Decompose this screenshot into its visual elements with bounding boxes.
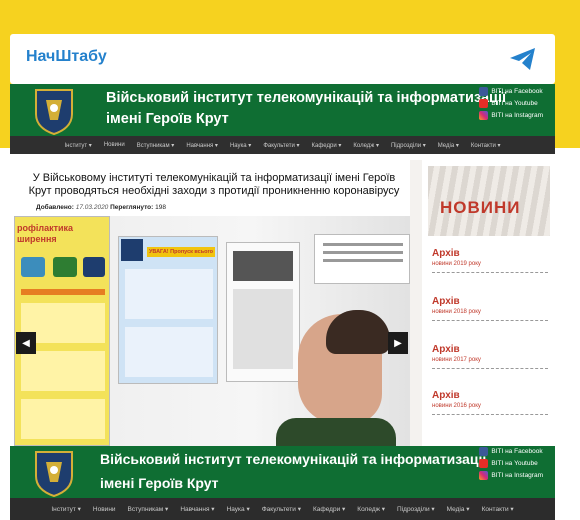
institute-crest-icon (35, 451, 73, 498)
social-links-bottom: ВІТІ на Facebook ВІТІ на Youtube ВІТІ на… (479, 446, 543, 482)
nav-item-institute[interactable]: Інститут ▾ (64, 142, 91, 149)
youtube-icon (479, 459, 489, 468)
social-instagram[interactable]: ВІТІ на Instagram (479, 110, 543, 121)
nav-item-applicants[interactable]: Вступникам ▾ (128, 505, 169, 513)
institute-crest-icon (35, 89, 73, 136)
site-title-line2[interactable]: імені Героїв Крут (106, 109, 506, 130)
site-title-line2-bottom[interactable]: імені Героїв Крут (100, 471, 486, 495)
poster-prevention-text: рофілактика ширення (17, 223, 74, 244)
news-label: НОВИНИ (440, 198, 521, 217)
site-title-line1[interactable]: Військовий інститут телекомунікацій та і… (106, 88, 506, 109)
nav-item-applicants[interactable]: Вступникам ▾ (137, 142, 175, 149)
nav-item-departments[interactable]: Кафедри ▾ (313, 505, 345, 513)
nav-item-faculties[interactable]: Факультети ▾ (262, 505, 301, 513)
nav-item-news[interactable]: Новини (104, 142, 125, 148)
nav-item-units[interactable]: Підрозділи ▾ (397, 505, 435, 513)
social-youtube[interactable]: ВІТІ на Youtube (479, 458, 543, 469)
views-label: Переглянуто: (110, 204, 154, 211)
nav-item-news[interactable]: Новини (93, 506, 116, 513)
article: У Військовому інституті телекомунікацій … (14, 160, 410, 446)
channel-header: НачШтабу (10, 34, 555, 84)
nav-item-science[interactable]: Наука ▾ (227, 505, 250, 513)
site-title-line1-bottom[interactable]: Військовий інститут телекомунікацій та і… (100, 447, 486, 471)
nav-item-departments[interactable]: Кафедри ▾ (312, 142, 342, 149)
telegram-icon[interactable] (509, 46, 537, 72)
archive-2016[interactable]: Архів новини 2016 року (432, 390, 548, 415)
instagram-icon (479, 111, 489, 120)
article-meta: Добавлено: 17.03.2020 Переглянуто: 198 (36, 204, 166, 211)
youtube-icon (479, 99, 489, 108)
site-banner: Військовий інститут телекомунікацій та і… (10, 84, 555, 142)
facebook-icon (479, 447, 489, 456)
added-label: Добавлено: (36, 204, 74, 211)
slider-prev-button[interactable]: ◀ (16, 332, 36, 354)
social-links: ВІТІ на Facebook ВІТІ на Youtube ВІТІ на… (479, 86, 543, 122)
sidebar: НОВИНИ Архів новини 2019 року Архів нови… (422, 160, 554, 446)
poster-prevention: рофілактика ширення (14, 216, 110, 446)
nav-item-media[interactable]: Медіа ▾ (438, 142, 459, 149)
slider-next-button[interactable]: ▶ (388, 332, 408, 354)
nav-item-contacts[interactable]: Контакти ▾ (482, 505, 514, 513)
main-nav-bottom: Інститут ▾ Новини Вступникам ▾ Навчання … (10, 498, 555, 520)
nav-item-college[interactable]: Коледж ▾ (353, 142, 379, 149)
article-photo[interactable]: рофілактика ширення УВАГА! Пропуск всьог… (14, 216, 410, 446)
nav-item-science[interactable]: Наука ▾ (230, 142, 251, 149)
poster-document (314, 234, 410, 284)
nav-item-units[interactable]: Підрозділи ▾ (391, 142, 426, 149)
social-facebook[interactable]: ВІТІ на Facebook (479, 86, 543, 97)
poster-attention-text: УВАГА! Пропуск всього (147, 247, 215, 257)
main-nav: Інститут ▾ Новини Вступникам ▾ Навчання … (10, 136, 555, 154)
page-content: У Військовому інституті телекомунікацій … (14, 160, 554, 446)
channel-name[interactable]: НачШтабу (26, 48, 107, 66)
poster-attention: УВАГА! Пропуск всього (118, 236, 218, 384)
news-banner[interactable]: НОВИНИ (428, 166, 550, 236)
person (276, 310, 396, 446)
nav-item-institute[interactable]: Інститут ▾ (51, 505, 81, 513)
social-instagram[interactable]: ВІТІ на Instagram (479, 470, 543, 481)
nav-item-faculties[interactable]: Факультети ▾ (263, 142, 299, 149)
nav-item-contacts[interactable]: Контакти ▾ (471, 142, 501, 149)
added-date: 17.03.2020 (75, 204, 109, 211)
archive-2018[interactable]: Архів новини 2018 року (432, 296, 548, 321)
instagram-icon (479, 471, 489, 480)
social-facebook[interactable]: ВІТІ на Facebook (479, 446, 543, 457)
nav-item-education[interactable]: Навчання ▾ (186, 142, 218, 149)
archive-2019[interactable]: Архів новини 2019 року (432, 248, 548, 273)
article-title[interactable]: У Військовому інституті телекомунікацій … (20, 172, 408, 198)
archive-2017[interactable]: Архів новини 2017 року (432, 344, 548, 369)
social-youtube[interactable]: ВІТІ на Youtube (479, 98, 543, 109)
facebook-icon (479, 87, 489, 96)
views-count: 198 (155, 204, 166, 211)
nav-item-college[interactable]: Коледж ▾ (357, 505, 385, 513)
site-banner-bottom: Військовий інститут телекомунікацій та і… (10, 446, 555, 498)
nav-item-education[interactable]: Навчання ▾ (180, 505, 214, 513)
nav-item-media[interactable]: Медіа ▾ (447, 505, 470, 513)
